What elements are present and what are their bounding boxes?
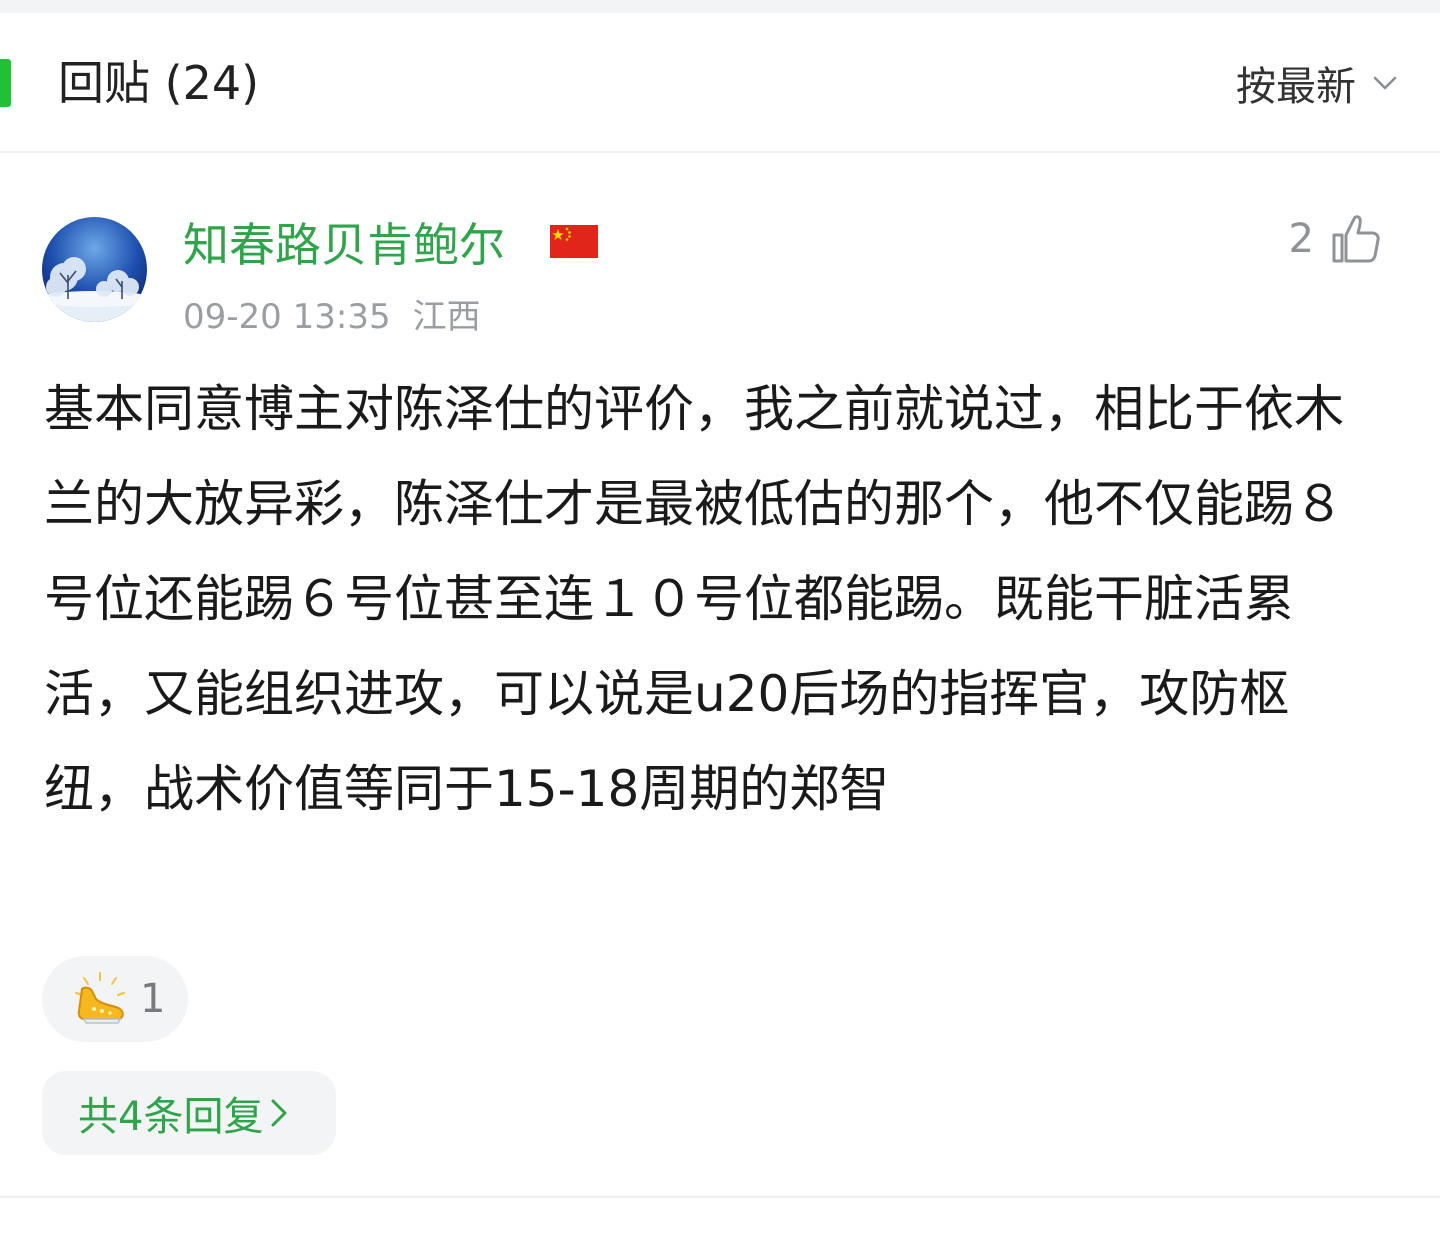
comment-item: 知春路贝肯鲍尔 09-20 13:35 江西 2 基本同意博主对陈泽仕的评价，我之… — [0, 155, 1440, 1197]
comment-location: 江西 — [412, 297, 481, 337]
reaction-count: 1 — [140, 976, 166, 1022]
sort-label: 按最新 — [1236, 64, 1356, 110]
reaction-button[interactable]: 1 — [42, 956, 188, 1042]
header-accent-bar — [0, 59, 11, 107]
like-count: 2 — [1288, 216, 1314, 262]
replies-header: 回贴 (24) 按最新 — [0, 13, 1440, 153]
top-divider-strip — [0, 0, 1440, 13]
golden-boot-icon — [75, 972, 125, 1024]
comment-meta: 09-20 13:35 江西 — [183, 289, 481, 345]
view-replies-button[interactable]: 共4条回复 — [42, 1071, 336, 1155]
avatar[interactable] — [42, 217, 147, 322]
comment-section: 回贴 (24) 按最新 知春路贝肯鲍尔 09-20 13:35 江西 2 基本同… — [0, 0, 1440, 1249]
replies-title: 回贴 (24) — [58, 56, 260, 110]
replies-count-label: 共4条回复 — [78, 1094, 264, 1140]
avatar-image — [42, 217, 147, 322]
comment-body: 基本同意博主对陈泽仕的评价，我之前就说过，相比于依木兰的大放异彩，陈泽仕才是最被… — [44, 380, 1344, 818]
china-flag-icon — [550, 225, 598, 258]
username[interactable]: 知春路贝肯鲍尔 — [183, 213, 505, 277]
comment-timestamp: 09-20 13:35 — [183, 297, 391, 337]
chevron-right-icon — [271, 1099, 287, 1127]
comment-divider — [0, 1196, 1440, 1198]
like-button[interactable]: 2 — [1289, 211, 1384, 267]
thumbs-up-icon — [1332, 215, 1380, 263]
chevron-down-icon — [1373, 76, 1397, 90]
sort-dropdown[interactable]: 按最新 — [1236, 55, 1400, 111]
